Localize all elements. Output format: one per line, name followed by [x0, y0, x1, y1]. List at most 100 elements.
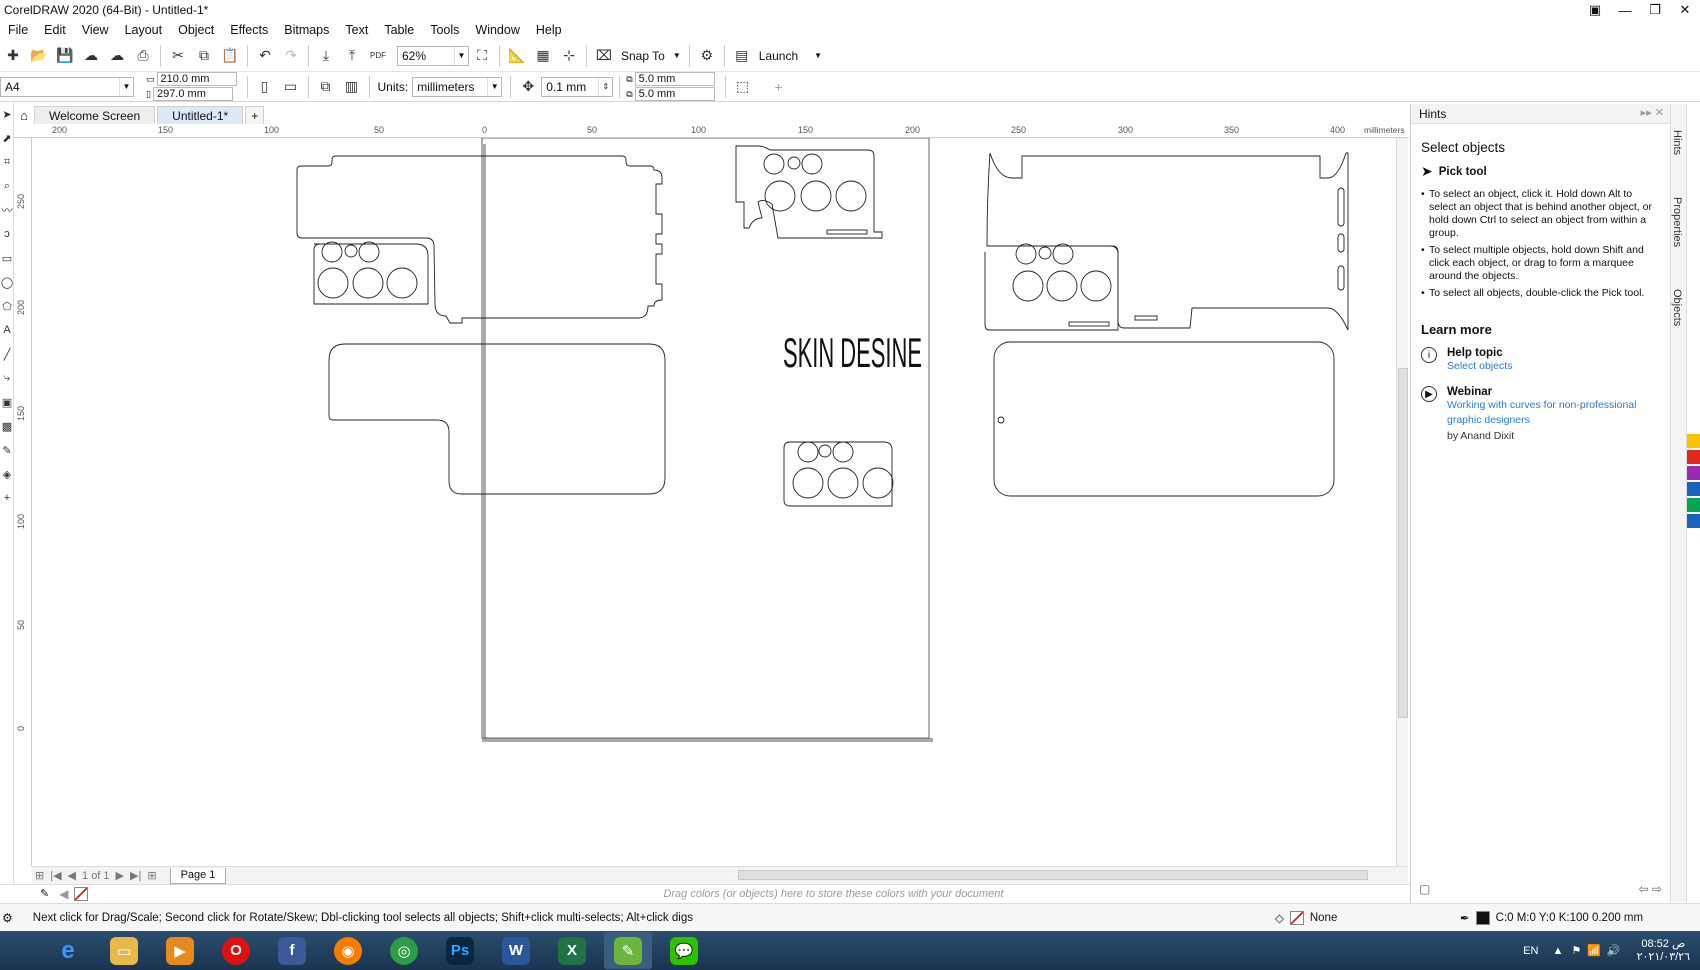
pick-tool-icon[interactable]: ➤: [0, 102, 14, 126]
export-icon[interactable]: ⤒: [341, 45, 363, 67]
canvas-text[interactable]: SKIN DESINE: [783, 329, 922, 376]
excel-icon[interactable]: X: [548, 932, 596, 969]
media-player-icon[interactable]: ▶: [156, 932, 204, 969]
paste-icon[interactable]: 📋: [219, 45, 241, 67]
back-forward-icon[interactable]: ⇦ ⇨: [1639, 882, 1662, 896]
snap-to-menu[interactable]: Snap To: [617, 49, 669, 63]
outline-indicator[interactable]: ✒ C:0 M:0 Y:0 K:100 0.200 mm: [1460, 910, 1643, 925]
zoom-level-combo[interactable]: 62% ▼: [397, 45, 469, 66]
add-page-icon[interactable]: ⊞: [32, 869, 47, 882]
shape-tool-icon[interactable]: ⬈: [0, 126, 14, 150]
shadow-tool-icon[interactable]: ▣: [0, 390, 14, 414]
import-icon[interactable]: ⤓: [315, 45, 337, 67]
rectangle-tool-icon[interactable]: ▭: [0, 246, 14, 270]
next-page-icon[interactable]: ▶: [113, 869, 127, 882]
close-button[interactable]: ✕: [1670, 0, 1700, 20]
coreldraw-icon[interactable]: ✎: [604, 932, 652, 969]
help-topic-link[interactable]: Select objects: [1447, 359, 1512, 374]
color-swatch[interactable]: [1687, 450, 1700, 464]
ellipse-tool-icon[interactable]: ◯: [0, 270, 14, 294]
word-icon[interactable]: W: [492, 932, 540, 969]
page-tab[interactable]: Page 1: [169, 867, 227, 884]
page-size-combo[interactable]: A4 ▼: [0, 76, 134, 97]
chevron-down-icon[interactable]: ▼: [810, 51, 826, 60]
opera-icon[interactable]: O: [212, 932, 260, 969]
copy-icon[interactable]: ⧉: [193, 45, 215, 67]
guidelines-icon[interactable]: ⊹: [558, 45, 580, 67]
ie-icon[interactable]: e: [44, 932, 92, 969]
all-pages-icon[interactable]: ⧉: [315, 76, 337, 98]
nudge-distance-field[interactable]: 0.1 mm ⇕: [541, 76, 614, 97]
firefox-icon[interactable]: ◉: [324, 932, 372, 969]
chevron-down-icon[interactable]: ▼: [669, 51, 685, 60]
rulers-icon[interactable]: 📐: [506, 45, 528, 67]
color-swatch[interactable]: [1687, 514, 1700, 528]
redo-icon[interactable]: ↷: [280, 45, 302, 67]
minimize-button[interactable]: —: [1610, 0, 1640, 20]
connector-tool-icon[interactable]: ⤷: [0, 366, 14, 390]
scroll-thumb[interactable]: [1398, 368, 1408, 718]
publish-pdf-icon[interactable]: PDF: [367, 45, 389, 67]
undo-icon[interactable]: ↶: [254, 45, 276, 67]
transparency-tool-icon[interactable]: ▩: [0, 414, 14, 438]
menu-window[interactable]: Window: [467, 20, 527, 40]
current-page-icon[interactable]: ▥: [341, 76, 363, 98]
clock[interactable]: 08:52 ص ٢٠٢١/٠٣/٢٦: [1637, 938, 1690, 964]
tray-arrow-icon[interactable]: ▲: [1552, 945, 1563, 957]
tab-untitled-1[interactable]: Untitled-1*: [157, 106, 244, 124]
gear-icon[interactable]: ⚙: [696, 45, 718, 67]
menu-edit[interactable]: Edit: [36, 20, 74, 40]
flag-icon[interactable]: ⚑: [1571, 944, 1581, 957]
scroll-thumb[interactable]: [738, 870, 1368, 880]
text-tool-icon[interactable]: A: [0, 318, 14, 342]
drawing-canvas[interactable]: SKIN DESINE: [32, 138, 1408, 866]
webinar-link[interactable]: Working with curves for non-professional…: [1447, 398, 1660, 428]
network-icon[interactable]: 📶: [1587, 944, 1601, 957]
launch-menu[interactable]: Launch: [755, 49, 802, 63]
cut-icon[interactable]: ✂: [167, 45, 189, 67]
tab-properties[interactable]: Properties: [1671, 191, 1683, 253]
menu-help[interactable]: Help: [528, 20, 570, 40]
photoshop-icon[interactable]: Ps: [436, 932, 484, 969]
save-icon[interactable]: 💾: [54, 45, 76, 67]
color-swatch[interactable]: [1687, 434, 1700, 448]
chrome-icon[interactable]: ◎: [380, 932, 428, 969]
new-document-icon[interactable]: ✚: [2, 45, 24, 67]
vertical-scrollbar[interactable]: [1396, 138, 1408, 866]
grid-icon[interactable]: ▦: [532, 45, 554, 67]
home-icon[interactable]: ⌂: [14, 106, 34, 124]
add-page-after-icon[interactable]: ⊞: [144, 869, 159, 882]
portrait-icon[interactable]: ▯: [254, 76, 276, 98]
palette-options-icon[interactable]: ✎: [40, 887, 49, 900]
page-height-field[interactable]: 297.0 mm: [152, 87, 233, 101]
add-icon[interactable]: +: [768, 76, 790, 98]
no-color-swatch[interactable]: [74, 886, 89, 901]
menu-file[interactable]: File: [0, 20, 36, 40]
menu-object[interactable]: Object: [170, 20, 222, 40]
first-page-icon[interactable]: |◀: [47, 869, 64, 882]
prev-page-icon[interactable]: ◀: [65, 869, 79, 882]
duplicate-y-field[interactable]: 5.0 mm: [634, 87, 715, 101]
zoom-tool-icon[interactable]: ⌕: [0, 174, 14, 198]
new-tab-button[interactable]: +: [245, 106, 265, 124]
polygon-tool-icon[interactable]: ⬠: [0, 294, 14, 318]
open-folder-icon[interactable]: 📂: [28, 45, 50, 67]
color-palette[interactable]: [1686, 104, 1700, 902]
landscape-icon[interactable]: ▭: [280, 76, 302, 98]
docker-close-icon[interactable]: ▸▸ ✕: [1641, 106, 1664, 119]
full-screen-icon[interactable]: ⛶: [471, 45, 493, 67]
volume-icon[interactable]: 🔊: [1607, 944, 1621, 957]
page-width-field[interactable]: 210.0 mm: [156, 72, 237, 86]
menu-table[interactable]: Table: [376, 20, 422, 40]
tab-objects[interactable]: Objects: [1671, 283, 1683, 332]
cloud-download-icon[interactable]: ☁: [80, 45, 102, 67]
last-page-icon[interactable]: ▶|: [127, 869, 144, 882]
menu-view[interactable]: View: [74, 20, 117, 40]
color-swatch[interactable]: [1687, 466, 1700, 480]
units-combo[interactable]: millimeters ▼: [412, 76, 503, 97]
color-swatch[interactable]: [1687, 482, 1700, 496]
menu-effects[interactable]: Effects: [222, 20, 276, 40]
horizontal-scrollbar[interactable]: [724, 868, 1404, 882]
print-icon[interactable]: ⎙: [132, 45, 154, 67]
tab-hints[interactable]: Hints: [1671, 124, 1683, 161]
